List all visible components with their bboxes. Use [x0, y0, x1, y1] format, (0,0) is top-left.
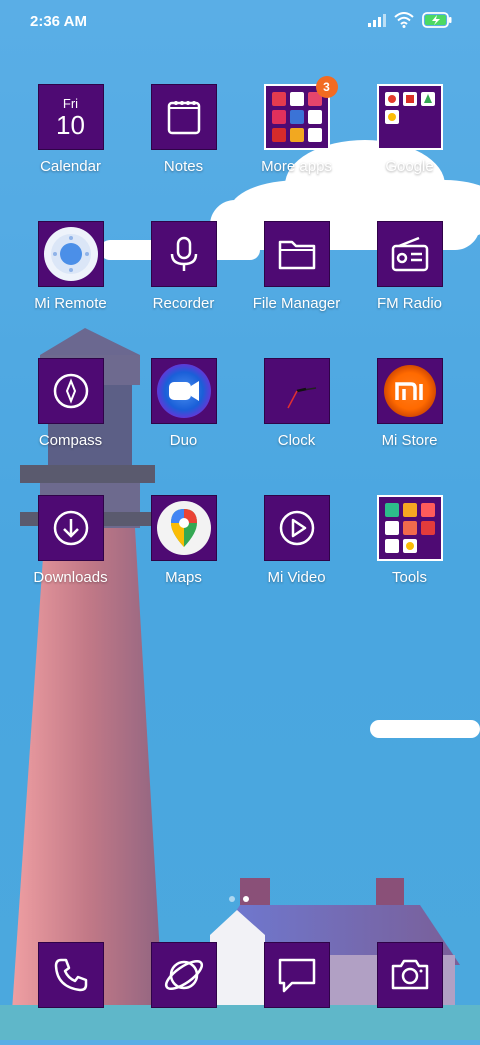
app-label: Compass [38, 432, 103, 449]
mi-store-icon [376, 358, 443, 424]
app-label: Calendar [40, 158, 101, 175]
dock-phone[interactable] [14, 942, 127, 1008]
phone-icon [37, 942, 104, 1008]
app-file-manager[interactable]: File Manager [240, 221, 353, 312]
app-label: FM Radio [376, 295, 443, 312]
microphone-icon [150, 221, 217, 287]
app-compass[interactable]: Compass [14, 358, 127, 449]
page-indicator [229, 896, 249, 902]
app-label: Tools [391, 569, 428, 586]
status-time: 2:36 AM [30, 13, 87, 30]
dock [0, 942, 480, 1008]
clock-icon [263, 358, 330, 424]
wifi-icon [394, 12, 414, 28]
browser-icon [150, 942, 217, 1008]
app-label: More apps [261, 158, 332, 175]
dock-messages[interactable] [240, 942, 353, 1008]
folder-outline-icon [263, 221, 330, 287]
maps-pin-icon [150, 495, 217, 561]
mi-remote-icon [37, 221, 104, 287]
play-icon [263, 495, 330, 561]
calendar-icon: Fri 10 [37, 84, 104, 150]
app-mi-store[interactable]: Mi Store [353, 358, 466, 449]
app-label: Duo [169, 432, 198, 449]
app-maps[interactable]: Maps [127, 495, 240, 586]
notes-icon [150, 84, 217, 150]
app-label: Notes [163, 158, 204, 175]
app-label: Clock [277, 432, 316, 449]
app-notes[interactable]: Notes [127, 84, 240, 175]
folder-app-grid-icon [384, 503, 435, 553]
folder-tools[interactable]: Tools [353, 495, 466, 586]
page-dot[interactable] [229, 896, 235, 902]
calendar-date: 10 [56, 109, 85, 140]
app-label: Mi Remote [34, 295, 107, 312]
app-fm-radio[interactable]: FM Radio [353, 221, 466, 312]
app-mi-remote[interactable]: Mi Remote [14, 221, 127, 312]
app-label: File Manager [252, 295, 341, 312]
app-label: Recorder [152, 295, 215, 312]
page-dot-active[interactable] [243, 896, 249, 902]
folder-google[interactable]: Google [353, 84, 466, 175]
folder-icon [376, 84, 443, 150]
notification-badge: 3 [315, 76, 338, 98]
calendar-day: Fri [62, 95, 79, 111]
app-label: Maps [165, 569, 202, 586]
dock-browser[interactable] [127, 942, 240, 1008]
app-calendar[interactable]: Fri 10 Calendar [14, 84, 127, 175]
app-label: Downloads [33, 569, 108, 586]
download-icon [37, 495, 104, 561]
radio-icon [376, 221, 443, 287]
duo-video-icon [150, 358, 217, 424]
status-icons [368, 12, 452, 28]
status-bar: 2:36 AM [0, 0, 480, 44]
app-clock[interactable]: Clock [240, 358, 353, 449]
folder-icon [376, 495, 443, 561]
app-mi-video[interactable]: Mi Video [240, 495, 353, 586]
app-label: Mi Video [267, 569, 326, 586]
folder-app-grid-icon [271, 92, 322, 142]
app-downloads[interactable]: Downloads [14, 495, 127, 586]
folder-more-apps[interactable]: 3 More apps [240, 76, 353, 175]
battery-charging-icon [422, 12, 452, 28]
app-label: Google [385, 158, 434, 175]
app-recorder[interactable]: Recorder [127, 221, 240, 312]
dock-camera[interactable] [353, 942, 466, 1008]
camera-icon [376, 942, 443, 1008]
signal-icon [368, 14, 386, 27]
folder-app-grid-icon [384, 92, 435, 124]
messages-icon [263, 942, 330, 1008]
app-label: Mi Store [381, 432, 438, 449]
folder-icon: 3 [263, 76, 338, 150]
app-duo[interactable]: Duo [127, 358, 240, 449]
compass-icon [37, 358, 104, 424]
